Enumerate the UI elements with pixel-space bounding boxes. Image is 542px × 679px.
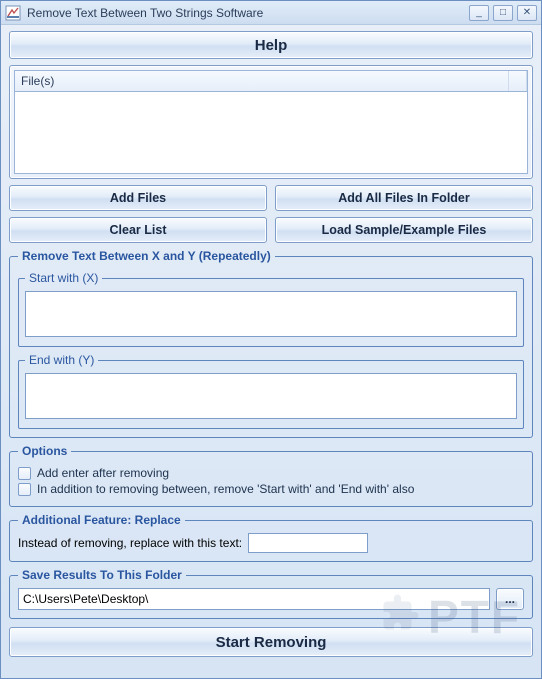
files-grid-header: File(s) <box>14 70 528 92</box>
files-panel: File(s) <box>9 65 533 179</box>
opt-remove-markers-checkbox[interactable] <box>18 483 31 496</box>
start-removing-button[interactable]: Start Removing <box>9 627 533 657</box>
replace-label: Instead of removing, replace with this t… <box>18 536 242 550</box>
close-button[interactable]: ✕ <box>517 5 537 21</box>
load-sample-button[interactable]: Load Sample/Example Files <box>275 217 533 243</box>
files-col-spacer <box>509 71 527 91</box>
options-legend: Options <box>18 444 71 458</box>
opt-add-enter-checkbox[interactable] <box>18 467 31 480</box>
save-folder-group: Save Results To This Folder ... <box>9 568 533 619</box>
files-grid-body[interactable] <box>14 92 528 174</box>
replace-group: Additional Feature: Replace Instead of r… <box>9 513 533 562</box>
remove-between-legend: Remove Text Between X and Y (Repeatedly) <box>18 249 275 263</box>
titlebar[interactable]: Remove Text Between Two Strings Software… <box>1 1 541 25</box>
save-folder-input[interactable] <box>18 588 490 610</box>
browse-button[interactable]: ... <box>496 588 524 610</box>
maximize-button[interactable]: □ <box>493 5 513 21</box>
replace-input[interactable] <box>248 533 368 553</box>
start-with-group: Start with (X) <box>18 271 524 347</box>
save-folder-legend: Save Results To This Folder <box>18 568 186 582</box>
start-with-legend: Start with (X) <box>25 271 102 285</box>
end-with-group: End with (Y) <box>18 353 524 429</box>
app-icon <box>5 5 21 21</box>
window-title: Remove Text Between Two Strings Software <box>27 6 469 20</box>
help-button[interactable]: Help <box>9 31 533 59</box>
app-window: Remove Text Between Two Strings Software… <box>0 0 542 679</box>
options-group: Options Add enter after removing In addi… <box>9 444 533 507</box>
add-folder-button[interactable]: Add All Files In Folder <box>275 185 533 211</box>
replace-legend: Additional Feature: Replace <box>18 513 185 527</box>
end-with-legend: End with (Y) <box>25 353 98 367</box>
end-with-input[interactable] <box>25 373 517 419</box>
start-with-input[interactable] <box>25 291 517 337</box>
add-files-button[interactable]: Add Files <box>9 185 267 211</box>
opt-add-enter-label: Add enter after removing <box>37 466 169 480</box>
minimize-button[interactable]: _ <box>469 5 489 21</box>
files-col-label[interactable]: File(s) <box>15 71 509 91</box>
remove-between-group: Remove Text Between X and Y (Repeatedly)… <box>9 249 533 438</box>
clear-list-button[interactable]: Clear List <box>9 217 267 243</box>
opt-remove-markers-label: In addition to removing between, remove … <box>37 482 414 496</box>
